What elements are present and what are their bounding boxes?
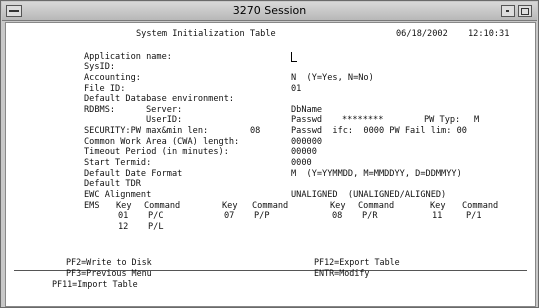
date-format-label: Default Date Format	[84, 169, 183, 179]
date-format-field[interactable]: M (Y=YYMMDD, M=MMDDYY, D=DDMMYY)	[291, 169, 462, 179]
pf-header-key: Key	[330, 201, 346, 211]
window-title: 3270 Session	[232, 4, 307, 17]
cwa-label: Common Work Area (CWA) length:	[84, 137, 240, 147]
default-db-label: Default Database environment:	[84, 94, 235, 104]
ewc-field[interactable]: UNALIGNED (UNALIGNED/ALIGNED)	[291, 190, 446, 200]
terminal-window: 3270 Session System Initialization Table…	[0, 0, 539, 308]
server-field[interactable]: DbName	[291, 105, 322, 115]
title-bar[interactable]: 3270 Session	[2, 2, 537, 21]
pf-header-command: Command	[144, 201, 181, 211]
pf-command-cell[interactable]: P/P	[254, 211, 270, 221]
screen-title: System Initialization Table	[136, 29, 276, 39]
pf-header-ems: EMS	[84, 201, 100, 211]
userid-field[interactable]: Passwd	[291, 115, 322, 125]
start-termid-label: Start Termid:	[84, 158, 152, 168]
pf-key-cell[interactable]: 08	[332, 211, 342, 221]
pf12-key-hint[interactable]: PF12=Export Table	[314, 257, 400, 267]
pf-header-command: Command	[462, 201, 499, 211]
default-tdr-label: Default TDR	[84, 179, 141, 189]
maximize-icon[interactable]	[518, 5, 532, 17]
pf-key-cell[interactable]: 01	[118, 211, 128, 221]
security-len-field[interactable]: 08	[250, 126, 260, 136]
pf-header-key: Key	[222, 201, 238, 211]
time-display: 12:10:31	[468, 29, 510, 39]
file-id-field[interactable]: 01	[291, 84, 301, 94]
password-mask[interactable]: ********	[342, 115, 383, 125]
pf-key-cell[interactable]: 07	[224, 211, 234, 221]
pf-command-cell[interactable]: P/R	[362, 211, 378, 221]
pf-header-command: Command	[252, 201, 289, 211]
pf-command-cell[interactable]: P/1	[466, 211, 482, 221]
enter-key-hint[interactable]: ENTR=Modify	[314, 268, 369, 278]
terminal-screen[interactable]: System Initialization Table 06/18/2002 1…	[5, 22, 536, 307]
pf-header-command: Command	[358, 201, 395, 211]
pf-header-key: Key	[116, 201, 132, 211]
sysid-label: SysID:	[84, 62, 116, 72]
userid-label: UserID:	[146, 115, 183, 125]
file-id-label: File ID:	[84, 84, 126, 94]
app-name-label: Application name:	[84, 52, 172, 62]
date-display: 06/18/2002	[396, 29, 448, 39]
start-termid-field[interactable]: 0000	[291, 158, 312, 168]
pf11-key-hint[interactable]: PF11=Import Table	[52, 279, 138, 289]
pf-key-cell[interactable]: 12	[118, 222, 128, 232]
pw-type-label: PW Typ:	[424, 115, 461, 125]
pf-header-key: Key	[430, 201, 446, 211]
rdbms-label: RDBMS:	[84, 105, 116, 115]
timeout-field[interactable]: 00000	[291, 147, 317, 157]
accounting-field[interactable]: N (Y=Yes, N=No)	[291, 73, 374, 83]
security-tail[interactable]: Passwd ifc: 0000 PW Fail lim: 00	[291, 126, 467, 136]
minimize-icon[interactable]	[501, 5, 515, 17]
pf-command-cell[interactable]: P/L	[148, 222, 164, 232]
security-label: SECURITY:PW max&min len:	[84, 126, 209, 136]
pw-type-field[interactable]: M	[474, 115, 479, 125]
server-label: Server:	[146, 105, 183, 115]
cwa-field[interactable]: 000000	[291, 137, 322, 147]
pf3-key-hint[interactable]: PF3=Previous Menu	[66, 268, 152, 278]
input-cursor[interactable]	[291, 52, 297, 62]
pf-command-cell[interactable]: P/C	[148, 211, 164, 221]
ewc-label: EWC Alignment	[84, 190, 152, 200]
pf2-key-hint[interactable]: PF2=Write to Disk	[66, 257, 152, 267]
timeout-label: Timeout Period (in minutes):	[84, 147, 229, 157]
accounting-label: Accounting:	[84, 73, 141, 83]
pf-key-cell[interactable]: 11	[432, 211, 442, 221]
